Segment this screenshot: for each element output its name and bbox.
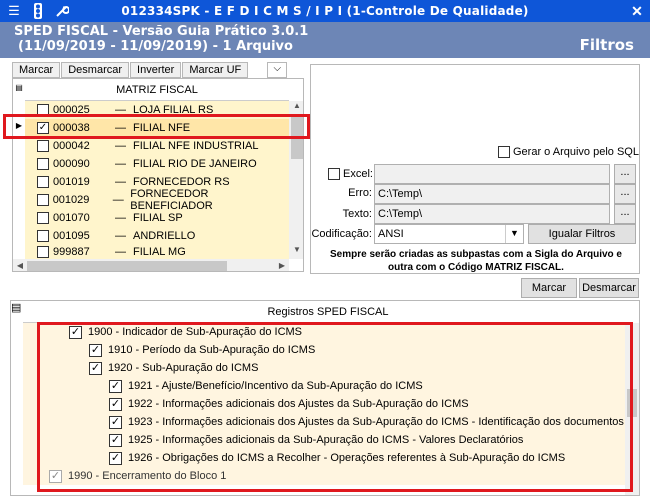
row-checkbox[interactable] [37,194,49,206]
close-button[interactable]: ✕ [626,1,648,21]
chevron-down-icon: ⌵ [273,63,282,74]
row-separator: — [115,212,126,224]
list-item[interactable]: 999887 — FILIAL MG [25,245,289,259]
row-code: 001095 [53,230,90,242]
row-name: ANDRIELLO [133,230,196,242]
marcar-tab[interactable]: Marcar [12,62,61,78]
excel-checkbox[interactable] [328,168,340,180]
codificacao-label: Codificação: [311,228,372,240]
title-bar: ☰ 012334SPK - E F D I C M S / I P I (1-C… [0,0,650,22]
excel-browse-button[interactable]: ... [614,164,636,184]
codificacao-select[interactable]: ANSI ▼ [374,224,524,244]
page-header: SPED FISCAL - Versão Guia Prático 3.0.1 … [0,22,650,58]
row-separator: — [115,158,126,170]
inverter-tab[interactable]: Inverter [130,62,182,78]
row-name: FILIAL RIO DE JANEIRO [133,158,257,170]
excel-label: Excel: [343,168,373,180]
row-code: 001019 [53,176,90,188]
matriz-fiscal-list: MATRIZ FISCAL ▤ 000025 — LOJA FILIAL RS … [12,78,304,272]
row-code: 001070 [53,212,90,224]
row-code: 001029 [52,194,90,206]
erro-path-field[interactable]: C:\Temp\ [374,184,610,204]
row-separator: — [112,194,124,206]
scroll-left-icon[interactable]: ◀ [13,259,27,271]
row-checkbox[interactable] [37,158,49,170]
header-indicator-icon: ▤ [15,83,23,92]
desmarcar-tab[interactable]: Desmarcar [61,62,130,78]
highlight-box-registros [37,322,633,492]
row-name: FILIAL MG [133,246,186,258]
highlight-box-selected-row [3,114,310,139]
registros-desmarcar-button[interactable]: Desmarcar [579,278,639,298]
codificacao-value: ANSI [378,228,404,240]
igualar-filtros-button[interactable]: Igualar Filtros [528,224,636,244]
header-subtitle: (11/09/2019 - 11/09/2019) - 1 Arquivo [18,39,293,54]
registros-marcar-button[interactable]: Marcar [521,278,577,298]
matriz-toolbar: Marcar Desmarcar Inverter Marcar UF ⌵ [12,62,288,78]
header-title: SPED FISCAL - Versão Guia Prático 3.0.1 [14,24,309,39]
erro-label: Erro: [348,187,372,199]
erro-browse-button[interactable]: ... [614,184,636,204]
row-name: FILIAL SP [133,212,183,224]
row-code: 000090 [53,158,90,170]
row-checkbox[interactable] [37,176,49,188]
row-code: 000042 [53,140,90,152]
scroll-right-icon[interactable]: ▶ [275,259,289,271]
row-separator: — [115,246,126,258]
row-checkbox[interactable] [37,230,49,242]
gerar-sql-label: Gerar o Arquivo pelo SQL [513,146,639,158]
texto-label: Texto: [342,208,372,220]
scroll-up-icon[interactable]: ▲ [289,101,303,115]
scroll-down-icon[interactable]: ▼ [289,245,303,259]
window-title: 012334SPK - E F D I C M S / I P I (1-Con… [121,4,529,18]
scroll-thumb[interactable] [27,261,227,271]
marcar-uf-tab[interactable]: Marcar UF [182,62,249,78]
row-name: FORNECEDOR RS [133,176,230,188]
excel-path-field[interactable] [374,164,610,184]
row-checkbox[interactable] [37,140,49,152]
row-separator: — [115,140,126,152]
row-name: FILIAL NFE INDUSTRIAL [133,140,259,152]
matriz-header: MATRIZ FISCAL [25,79,289,101]
row-checkbox[interactable] [37,212,49,224]
gerar-sql-checkbox[interactable] [498,146,510,158]
row-checkbox[interactable] [37,246,49,258]
list-item[interactable]: 001095 — ANDRIELLO [25,227,289,245]
section-title: Filtros [579,36,634,54]
chevron-down-icon[interactable]: ▼ [505,225,523,243]
list-item[interactable]: 000090 — FILIAL RIO DE JANEIRO [25,155,289,173]
row-separator: — [115,230,126,242]
row-separator: — [115,176,126,188]
texto-path-field[interactable]: C:\Temp\ [374,204,610,224]
list-item[interactable]: 001029 — FORNECEDOR BENEFICIADOR [25,188,289,212]
registros-header: Registros SPED FISCAL [23,301,633,323]
texto-browse-button[interactable]: ... [614,204,636,224]
subfolder-note: Sempre serão criadas as subpastas com a … [330,249,622,273]
gerar-sql-option[interactable]: Gerar o Arquivo pelo SQL [498,146,639,158]
excel-option[interactable]: Excel: [328,168,373,180]
uf-dropdown[interactable]: ⌵ [267,62,288,78]
row-code: 999887 [53,246,90,258]
list-item[interactable]: 000042 — FILIAL NFE INDUSTRIAL [25,137,289,155]
horizontal-scrollbar[interactable]: ◀ ▶ [13,259,289,271]
list-item[interactable]: 001070 — FILIAL SP [25,209,289,227]
